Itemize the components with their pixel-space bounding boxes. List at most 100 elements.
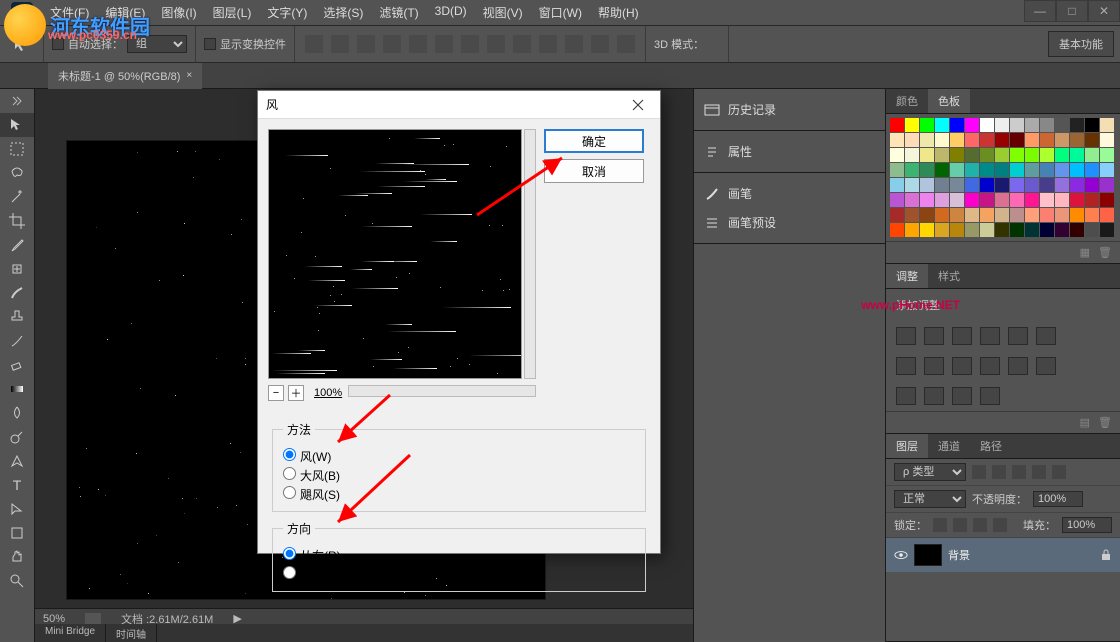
swatch[interactable] [935,208,949,222]
adj-icon[interactable] [952,357,972,375]
shape-tool[interactable] [0,521,34,545]
zoom-out-button[interactable]: − [268,385,284,401]
adj-icon[interactable] [1008,327,1028,345]
toolbox-expand-icon[interactable] [0,89,34,113]
swatch[interactable] [905,193,919,207]
align-icon[interactable] [331,35,349,53]
swatch[interactable] [1010,193,1024,207]
document-tab-close-icon[interactable]: × [186,70,192,81]
swatch[interactable] [965,148,979,162]
zoom-value[interactable]: 50% [43,613,65,625]
swatch[interactable] [965,133,979,147]
adj-icon[interactable] [952,327,972,345]
align-icon[interactable] [591,35,609,53]
close-button[interactable]: ✕ [1088,0,1120,22]
menu-item[interactable]: 文字(Y) [267,4,307,21]
swatch[interactable] [935,163,949,177]
swatch[interactable] [1025,223,1039,237]
swatch[interactable] [1025,178,1039,192]
align-icon[interactable] [305,35,323,53]
properties-panel-button[interactable]: 属性 [700,137,885,166]
align-icon[interactable] [409,35,427,53]
lock-icon[interactable] [973,518,987,532]
swatch[interactable] [1055,148,1069,162]
preview-vscroll[interactable] [524,129,536,379]
delete-swatch-icon[interactable]: 🗑 [1098,246,1112,259]
swatch[interactable] [1100,133,1114,147]
swatch[interactable] [1040,208,1054,222]
swatch[interactable] [1085,163,1099,177]
swatch[interactable] [950,118,964,132]
swatch[interactable] [890,178,904,192]
swatch[interactable] [965,223,979,237]
swatch[interactable] [920,118,934,132]
method-hurricane-radio[interactable]: 飓风(S) [283,486,635,503]
swatch[interactable] [1085,148,1099,162]
swatch[interactable] [1085,223,1099,237]
swatch[interactable] [980,133,994,147]
marquee-tool[interactable] [0,137,34,161]
paths-tab[interactable]: 路径 [970,434,1012,458]
dodge-tool[interactable] [0,425,34,449]
swatch[interactable] [935,193,949,207]
menu-item[interactable]: 图层(L) [213,4,252,21]
swatch[interactable] [905,178,919,192]
swatch[interactable] [1025,193,1039,207]
swatch[interactable] [935,148,949,162]
swatch[interactable] [1055,163,1069,177]
menu-item[interactable]: 滤镜(T) [379,4,418,21]
swatch[interactable] [980,208,994,222]
adjustments-tab[interactable]: 调整 [886,264,928,288]
swatch[interactable] [1085,118,1099,132]
filter-icon[interactable] [972,465,986,479]
blur-tool[interactable] [0,401,34,425]
swatch[interactable] [890,193,904,207]
history-panel-button[interactable]: 历史记录 [700,95,885,124]
timeline-tab[interactable]: 时间轴 [106,624,157,642]
zoom-in-button[interactable]: ＋ [288,385,304,401]
swatch[interactable] [935,223,949,237]
show-transform-checkbox[interactable] [204,38,216,50]
panel-menu-icon[interactable]: ▤ [1080,416,1090,429]
lock-icon[interactable] [933,518,947,532]
move-tool[interactable] [0,113,34,137]
layers-tab[interactable]: 图层 [886,434,928,458]
menu-item[interactable]: 帮助(H) [598,4,639,21]
swatch[interactable] [1070,223,1084,237]
swatch[interactable] [1070,208,1084,222]
swatch[interactable] [935,178,949,192]
adj-icon[interactable] [1036,357,1056,375]
adj-icon[interactable] [896,387,916,405]
swatch[interactable] [965,208,979,222]
swatch[interactable] [920,178,934,192]
swatch[interactable] [1070,178,1084,192]
swatch[interactable] [1100,148,1114,162]
brush-preset-panel-button[interactable]: 画笔预设 [700,208,885,237]
adj-icon[interactable] [980,327,1000,345]
swatch[interactable] [920,148,934,162]
filter-icon[interactable] [1032,465,1046,479]
swatch[interactable] [980,223,994,237]
swatch[interactable] [920,208,934,222]
lock-icon[interactable] [993,518,1007,532]
wand-tool[interactable] [0,185,34,209]
swatch[interactable] [1055,208,1069,222]
swatch[interactable] [890,163,904,177]
swatch[interactable] [920,223,934,237]
layer-filter-kind[interactable]: ρ 类型 [894,463,966,481]
swatch[interactable] [890,208,904,222]
swatch[interactable] [1010,163,1024,177]
align-icon[interactable] [617,35,635,53]
filter-icon[interactable] [1012,465,1026,479]
filter-preview[interactable] [268,129,522,379]
swatch[interactable] [950,148,964,162]
align-icon[interactable] [487,35,505,53]
zoom-tool[interactable] [0,569,34,593]
swatch[interactable] [1070,163,1084,177]
swatch[interactable] [1025,148,1039,162]
swatch[interactable] [905,118,919,132]
swatch[interactable] [1070,193,1084,207]
swatch[interactable] [950,208,964,222]
swatch[interactable] [890,133,904,147]
swatch[interactable] [950,178,964,192]
